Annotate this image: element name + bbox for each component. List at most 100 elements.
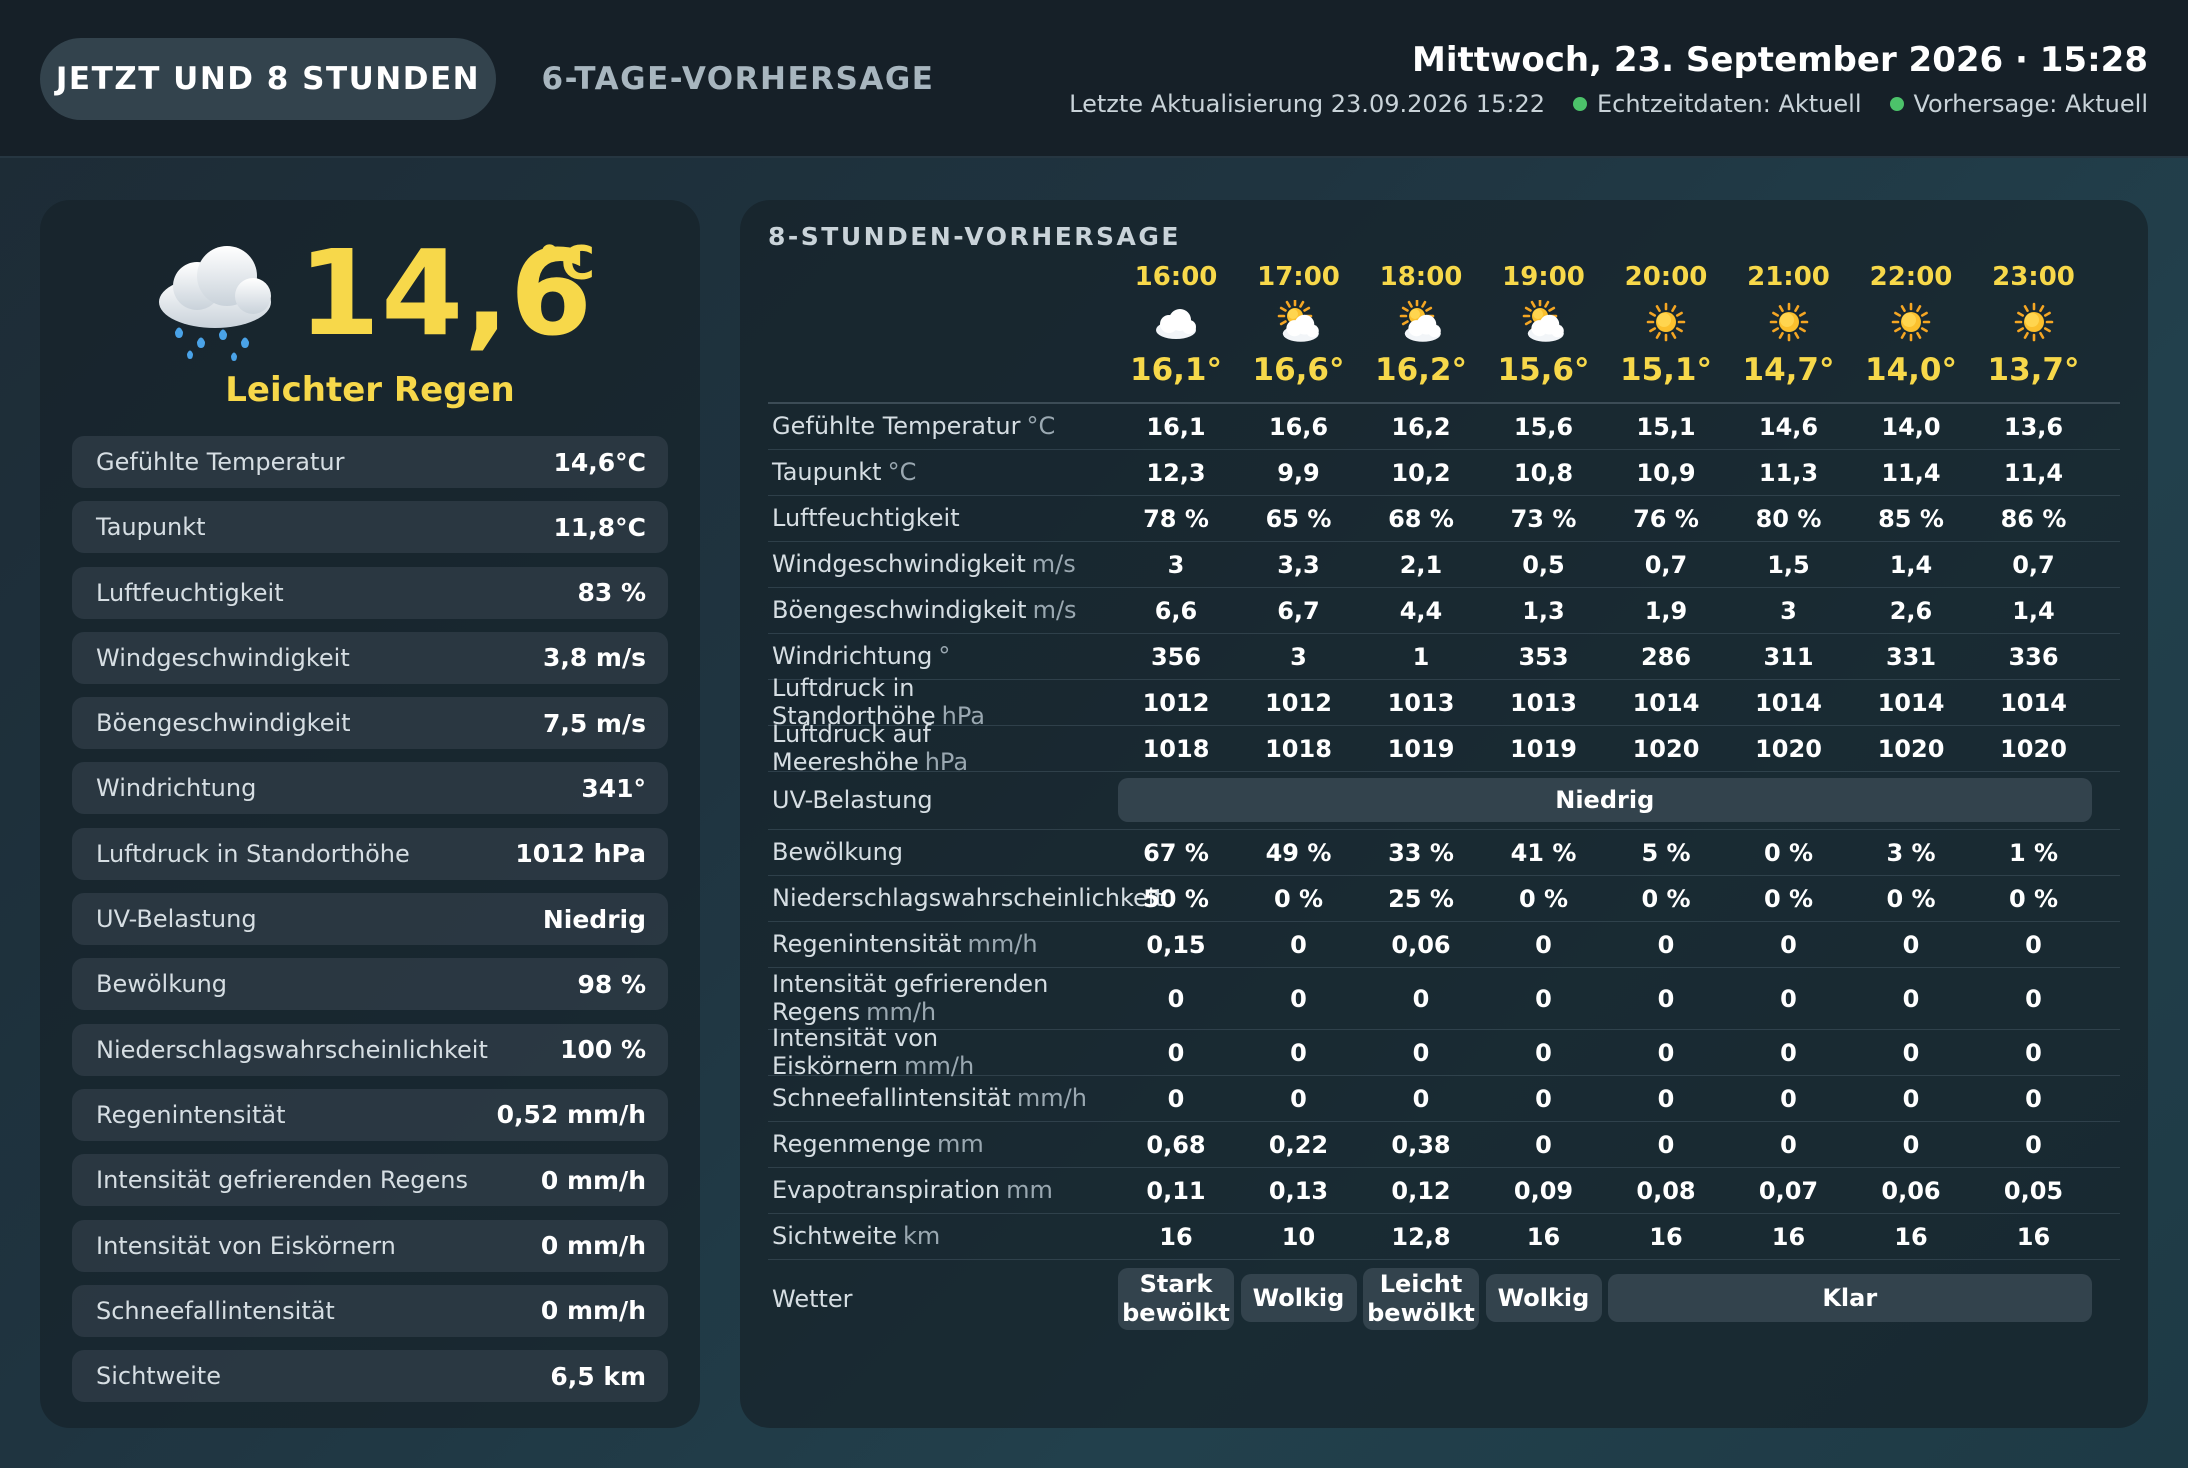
row-label-wrap: Sichtweite km (772, 1222, 940, 1251)
cell-value: 6,6 (1154, 596, 1198, 625)
cell-value: 0 (1290, 1038, 1307, 1067)
cell-value: 0 (1780, 930, 1797, 959)
forecast-row: UV-Belastung Niedrig (768, 772, 2120, 830)
cell-value: 14,6 (1758, 412, 1819, 441)
row-label: Intensität von Eiskörnern mm/h (772, 1024, 1132, 1079)
detail-label: Schneefallintensität (96, 1296, 335, 1325)
detail-row-5: Windrichtung 341° (72, 762, 668, 815)
row-label: Luftdruck in Standorthöhe hPa (772, 674, 1132, 729)
row-label-wrap: Niederschlagswahrscheinlichkeit (772, 884, 1164, 913)
realtime-status-text: Echtzeitdaten: Aktuell (1596, 90, 1862, 118)
cell-value: 10,8 (1513, 458, 1574, 487)
cell-value: 0,06 (1391, 930, 1451, 959)
cell-value: 1013 (1387, 688, 1455, 717)
row-label: Luftdruck auf Meereshöhe hPa (772, 720, 1132, 775)
cell-value: 0,5 (1522, 550, 1565, 579)
row-label-wrap: Taupunkt °C (772, 457, 916, 487)
cell-value: 3 (1290, 642, 1307, 671)
detail-row-8: Bewölkung 98 % (72, 958, 668, 1011)
cell-value: 0 % (1763, 884, 1814, 913)
tab-now-8-hours[interactable]: JETZT UND 8 STUNDEN (40, 38, 496, 120)
cell-value: 3 % (1886, 838, 1936, 867)
cell-value: 0 (1780, 984, 1797, 1013)
cell-value: 9,9 (1277, 458, 1320, 487)
hour-temperature: 15,6° (1497, 352, 1590, 388)
detail-label: Sichtweite (96, 1362, 221, 1391)
row-label-text: Taupunkt (772, 457, 882, 486)
cell-value: 0 (1167, 984, 1185, 1013)
tab-6-day-forecast[interactable]: 6-TAGE-VORHERSAGE (538, 38, 938, 120)
cell-value: 33 % (1388, 838, 1454, 867)
cell-value: 0 (1902, 984, 1920, 1013)
cell-value: 0,68 (1146, 1130, 1206, 1159)
cell-value: 1018 (1265, 734, 1332, 763)
row-label: Gefühlte Temperatur °C (772, 404, 1132, 449)
weather-pill: Klar (1608, 1274, 2092, 1322)
cell-value: 0 (2025, 930, 2042, 959)
cell-value: 0 (1780, 1038, 1797, 1067)
current-condition: Leichter Regen (225, 370, 515, 410)
cell-value: 1,4 (1889, 550, 1933, 579)
row-label-wrap: Windrichtung ° (772, 642, 950, 671)
detail-value: 341° (581, 773, 646, 803)
detail-label: Taupunkt (96, 513, 206, 542)
detail-row-11: Intensität gefrierenden Regens 0 mm/h (72, 1154, 668, 1207)
cell-value: 49 % (1265, 838, 1332, 867)
cell-value: 0 (1902, 1130, 1920, 1159)
forecast-row: Bewölkung 67 % 49 % 33 % 41 % 5 % 0 % 3 % 1 % (768, 830, 2120, 876)
forecast-row: Luftdruck in Standorthöhe hPa 1012 1012 1013… (768, 674, 2120, 729)
forecast-table: Gefühlte Temperatur °C 16,1 16,6 16,2 15,6 15,… (768, 404, 2120, 1340)
forecast-row: Schneefallintensität mm/h 0 0 0 0 0 0 0 0 (768, 1076, 2120, 1122)
forecast-row: Windgeschwindigkeit m/s 3 3,3 2,1 0,5 0,7 1,5 1,… (768, 542, 2120, 588)
forecast-row: Intensität von Eiskörnern mm/h 0 0 0 0 0 0 0 0 (768, 1024, 2120, 1079)
cell-value: 0,11 (1146, 1176, 1206, 1205)
cell-value: 0 (1290, 930, 1307, 959)
row-label: Bewölkung (772, 830, 1132, 875)
detail-value: 83 % (577, 578, 646, 608)
cell-value: 1,4 (2012, 596, 2055, 625)
detail-row-1: Taupunkt 11,8°C (72, 501, 668, 554)
cell-value: 1019 (1387, 734, 1455, 763)
row-label: Evapotranspiration mm (772, 1168, 1132, 1213)
cell-value: 1,9 (1644, 596, 1688, 625)
row-label: Windgeschwindigkeit m/s (772, 542, 1132, 587)
cell-value: 0 (1780, 1084, 1797, 1113)
detail-label: Luftdruck in Standorthöhe (96, 839, 410, 868)
cell-value: 10 (1281, 1222, 1316, 1251)
cell-value: 1014 (1632, 688, 1700, 717)
cell-value: 0 % (2008, 884, 2059, 913)
cell-value: 0 % (1273, 884, 1324, 913)
hour-temperature: 16,1° (1130, 352, 1222, 388)
cell-value: 11,4 (2003, 458, 2064, 487)
cell-value: 16,1 (1146, 412, 1206, 441)
row-label: UV-Belastung (772, 772, 1132, 829)
row-label: Niederschlagswahrscheinlichkeit (772, 876, 1164, 921)
cell-value: 14,0 (1881, 412, 1941, 441)
detail-row-0: Gefühlte Temperatur 14,6°C (72, 436, 668, 488)
hour-time: 21:00 (1747, 262, 1830, 292)
weather-pill: Wolkig (1485, 1274, 1602, 1322)
cell-value: 11,3 (1758, 458, 1819, 487)
cell-value: 0 (1535, 1038, 1552, 1067)
detail-row-9: Niederschlagswahrscheinlichkeit 100 % (72, 1023, 668, 1076)
detail-row-2: Luftfeuchtigkeit 83 % (72, 566, 668, 619)
row-unit: mm/h (866, 997, 937, 1026)
detail-label: UV-Belastung (96, 905, 257, 934)
detail-value: 1012 hPa (515, 839, 646, 869)
row-label-wrap: Böengeschwindigkeit m/s (772, 596, 1077, 625)
row-label-wrap: UV-Belastung (772, 786, 933, 815)
detail-value: 98 % (577, 969, 646, 999)
detail-value: 0,52 mm/h (496, 1100, 646, 1130)
hour-temperature: 16,6° (1252, 352, 1345, 388)
detail-label: Niederschlagswahrscheinlichkeit (96, 1035, 488, 1064)
detail-row-4: Böengeschwindigkeit 7,5 m/s (72, 697, 668, 750)
forecast-row: Intensität gefrierenden Regens mm/h 0 0 0 0 0 0… (768, 968, 2120, 1030)
cell-value: 6,7 (1277, 596, 1320, 625)
cell-value: 0 (1290, 1084, 1307, 1113)
forecast-title: 8-STUNDEN-VORHERSAGE (768, 222, 1181, 251)
row-label-text: Evapotranspiration (772, 1175, 1001, 1204)
detail-value: 0 mm/h (540, 1231, 646, 1261)
hour-time: 16:00 (1134, 262, 1218, 292)
forecast-row: Böengeschwindigkeit m/s 6,6 6,7 4,4 1,3 1,9 3 2,… (768, 588, 2120, 634)
cell-value: 0 % (1763, 838, 1814, 867)
